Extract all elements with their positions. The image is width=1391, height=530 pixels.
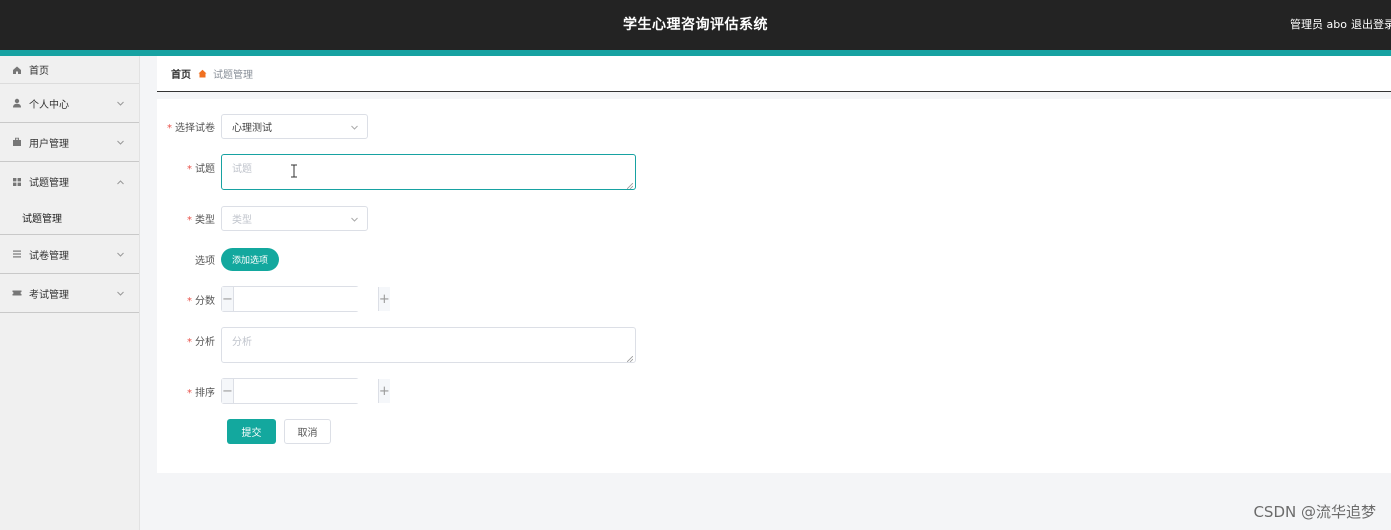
cancel-button[interactable]: 取消 — [284, 419, 331, 444]
sidebar-item-label: 个人中心 — [29, 99, 69, 111]
top-header: 学生心理咨询评估系统 管理员 abo 退出登录 — [0, 0, 1391, 50]
type-row: * 类型 类型 — [157, 206, 368, 231]
list-icon — [12, 249, 22, 259]
order-row: * 排序 − + — [157, 378, 390, 404]
options-label: 选项 — [195, 256, 215, 267]
score-input[interactable] — [233, 287, 378, 311]
question-placeholder: 试题 — [232, 164, 252, 175]
analysis-row: * 分析 分析 — [157, 327, 636, 363]
sidebar-item-users[interactable]: 用户管理 — [0, 123, 139, 162]
order-label: * 排序 — [187, 387, 215, 399]
user-icon — [12, 98, 22, 108]
sidebar-item-label: 首页 — [29, 66, 49, 77]
sidebar-item-label: 考试管理 — [29, 289, 69, 301]
chevron-down-icon — [350, 215, 359, 224]
app-title: 学生心理咨询评估系统 — [623, 17, 768, 33]
home-icon — [12, 65, 22, 75]
question-form: * 选择试卷 心理测试 * 试题 试题 * 类型 类型 选项 添加选项 * 分数… — [157, 99, 1391, 473]
chevron-down-icon — [116, 249, 125, 258]
logout-link[interactable]: 退出登录 — [1351, 16, 1391, 32]
question-textarea[interactable]: 试题 — [221, 154, 636, 190]
paper-label: * 选择试卷 — [167, 123, 215, 134]
sidebar-item-questions[interactable]: 试题管理 — [0, 162, 139, 201]
form-actions: 提交 取消 — [227, 419, 331, 444]
sidebar-item-label: 试卷管理 — [29, 250, 69, 262]
sidebar-subitem-questions[interactable]: 试题管理 — [0, 201, 139, 235]
paper-select-value: 心理测试 — [232, 123, 272, 134]
add-option-button[interactable]: 添加选项 — [221, 248, 280, 271]
analysis-label: * 分析 — [187, 337, 215, 348]
briefcase-icon — [12, 137, 22, 147]
sidebar-item-label: 用户管理 — [29, 138, 69, 150]
sidebar-item-papers[interactable]: 试卷管理 — [0, 235, 139, 274]
sidebar-item-label: 试题管理 — [29, 178, 69, 189]
current-user: 管理员 abo — [1290, 18, 1347, 31]
grid-icon — [12, 177, 22, 187]
chevron-down-icon — [116, 98, 125, 107]
question-row: * 试题 试题 — [157, 154, 636, 190]
minus-icon[interactable]: − — [222, 287, 234, 311]
score-label: * 分数 — [187, 295, 215, 307]
house-icon — [198, 69, 207, 78]
chevron-down-icon — [116, 288, 125, 297]
sidebar-item-home[interactable]: 首页 — [0, 56, 139, 84]
order-input[interactable] — [233, 379, 378, 403]
question-label: * 试题 — [187, 164, 215, 175]
chevron-down-icon — [116, 137, 125, 146]
resize-grip-icon[interactable] — [626, 181, 634, 190]
type-select-placeholder: 类型 — [232, 215, 252, 226]
chevron-up-icon — [116, 177, 125, 186]
minus-icon[interactable]: − — [222, 379, 234, 403]
chevron-down-icon — [350, 123, 359, 132]
order-stepper[interactable]: − + — [221, 378, 390, 404]
score-stepper[interactable]: − + — [221, 286, 390, 312]
options-row: 选项 添加选项 — [157, 248, 280, 271]
paper-select[interactable]: 心理测试 — [221, 114, 368, 139]
breadcrumb-current: 试题管理 — [213, 70, 253, 81]
ticket-icon — [12, 288, 22, 298]
submit-button[interactable]: 提交 — [227, 419, 276, 444]
type-select[interactable]: 类型 — [221, 206, 368, 231]
plus-icon[interactable]: + — [377, 379, 390, 403]
text-cursor-icon — [290, 164, 298, 178]
type-label: * 类型 — [187, 215, 215, 226]
sidebar-item-exams[interactable]: 考试管理 — [0, 274, 139, 313]
score-row: * 分数 − + — [157, 286, 390, 312]
resize-grip-icon[interactable] — [626, 354, 634, 363]
sidebar: 首页 个人中心 用户管理 试题管理 试题管理 试卷管理 考试管理 — [0, 56, 140, 530]
breadcrumb-home[interactable]: 首页 — [171, 66, 191, 81]
paper-row: * 选择试卷 心理测试 — [157, 114, 368, 139]
watermark: CSDN @流华追梦 — [1253, 503, 1376, 521]
sidebar-item-profile[interactable]: 个人中心 — [0, 84, 139, 123]
analysis-textarea[interactable]: 分析 — [221, 327, 636, 363]
plus-icon[interactable]: + — [377, 287, 390, 311]
analysis-placeholder: 分析 — [232, 337, 252, 348]
breadcrumb: 首页 试题管理 — [157, 56, 1391, 92]
